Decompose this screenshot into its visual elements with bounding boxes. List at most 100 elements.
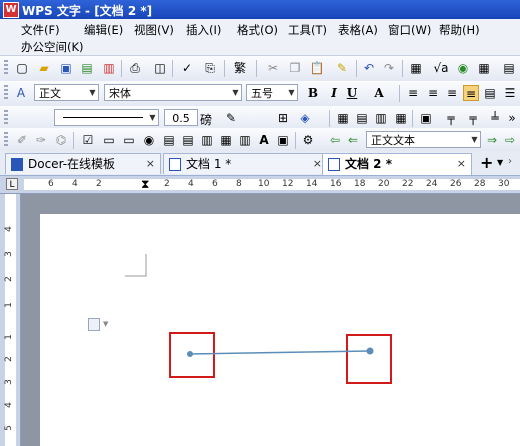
align-right-icon[interactable]: ≡ bbox=[444, 85, 460, 101]
toolbar-grip[interactable] bbox=[4, 132, 8, 148]
font-combo[interactable]: 宋体 ▼ bbox=[104, 84, 242, 101]
line-spacing-icon[interactable]: ☰ bbox=[502, 85, 518, 101]
cut-icon[interactable]: ✂ bbox=[265, 60, 281, 76]
insert-table-icon[interactable]: ▦ bbox=[408, 60, 424, 76]
toggle-button-icon[interactable]: ▥ bbox=[199, 132, 215, 148]
chevron-down-icon[interactable]: ▼ bbox=[147, 110, 158, 125]
horizontal-ruler[interactable]: L 6 4 2 ⧗ 2 4 6 8 10 12 14 16 18 20 22 2… bbox=[0, 176, 520, 194]
font-size-combo[interactable]: 五号 ▼ bbox=[246, 84, 298, 101]
underline-button[interactable]: U bbox=[344, 85, 360, 101]
document-page[interactable]: ▼ bbox=[40, 214, 520, 446]
menu-insert[interactable]: 插入(I) bbox=[186, 22, 221, 38]
styles-icon[interactable]: A bbox=[13, 85, 29, 101]
print-icon[interactable]: ⎙ bbox=[127, 60, 143, 76]
spin-button-icon[interactable]: ▦ bbox=[218, 132, 234, 148]
open-folder-icon[interactable]: ▰ bbox=[36, 60, 52, 76]
new-document-icon[interactable]: ▢ bbox=[14, 60, 30, 76]
line-width-value[interactable]: 0.5 bbox=[164, 109, 198, 126]
tab-stop-selector[interactable]: L bbox=[6, 178, 18, 190]
menu-format[interactable]: 格式(O) bbox=[237, 22, 278, 38]
line-end-handle[interactable] bbox=[366, 347, 374, 355]
option-button-icon[interactable]: ◉ bbox=[141, 132, 157, 148]
globe-icon[interactable]: ◉ bbox=[455, 60, 471, 76]
line-color-icon[interactable]: ✎ bbox=[223, 110, 239, 126]
close-icon[interactable]: × bbox=[146, 154, 155, 174]
format-brush-icon[interactable]: ✎ bbox=[334, 60, 350, 76]
justify-icon[interactable]: ≡ bbox=[463, 85, 479, 101]
arrow-right-icon[interactable]: ⇨ bbox=[502, 132, 518, 148]
tab-document-2[interactable]: 文档 2 * × bbox=[322, 153, 472, 175]
line-start-handle[interactable] bbox=[187, 351, 193, 357]
style-combo[interactable]: 正文 ▼ bbox=[34, 84, 99, 101]
cell-align-bottom-icon[interactable]: ╧ bbox=[487, 110, 503, 126]
fill-color-icon[interactable]: ◈ bbox=[297, 110, 313, 126]
code-icon[interactable]: ⌬ bbox=[53, 132, 69, 148]
menu-help[interactable]: 帮助(H) bbox=[439, 22, 480, 38]
traditional-chinese-icon[interactable]: 繁 bbox=[232, 60, 248, 76]
image-control-icon[interactable]: ▣ bbox=[275, 132, 291, 148]
toolbar-grip[interactable] bbox=[4, 85, 8, 101]
format-painter-icon[interactable]: ⎘ bbox=[202, 60, 218, 76]
tab-document-1[interactable]: 文档 1 * × bbox=[163, 153, 328, 174]
label-control-icon[interactable]: A bbox=[256, 132, 272, 148]
menu-office-space[interactable]: 办公空间(K) bbox=[21, 39, 84, 55]
text-direction-icon[interactable]: ▣ bbox=[418, 110, 434, 126]
combobox-control-icon[interactable]: ▤ bbox=[180, 132, 196, 148]
more-controls-icon[interactable]: ⚙ bbox=[300, 132, 316, 148]
formula-icon[interactable]: √a bbox=[433, 60, 449, 76]
scrollbar-control-icon[interactable]: ▥ bbox=[237, 132, 253, 148]
distributed-icon[interactable]: ▤ bbox=[482, 85, 498, 101]
properties-icon[interactable]: ✑ bbox=[33, 132, 49, 148]
text-style-combo[interactable]: 正文文本 ▼ bbox=[366, 131, 481, 148]
spell-check-icon[interactable]: ✓ bbox=[179, 60, 195, 76]
checkbox-control-icon[interactable]: ☑ bbox=[80, 132, 96, 148]
arrow-right-small-icon[interactable]: ⇒ bbox=[484, 132, 500, 148]
align-left-icon[interactable]: ≡ bbox=[405, 85, 421, 101]
redo-icon[interactable]: ↷ bbox=[381, 60, 397, 76]
toolbar-grip[interactable] bbox=[4, 110, 8, 126]
paste-icon[interactable]: 📋 bbox=[309, 60, 325, 76]
cell-align-center-icon[interactable]: ╤ bbox=[465, 110, 481, 126]
menu-table[interactable]: 表格(A) bbox=[338, 22, 378, 38]
line-style-combo[interactable]: ▼ bbox=[54, 109, 159, 126]
chevron-down-icon[interactable]: ▼ bbox=[103, 320, 108, 328]
export-pdf-icon[interactable]: ▥ bbox=[101, 60, 117, 76]
toolbar-grip[interactable] bbox=[4, 60, 8, 76]
arrow-left-small-icon[interactable]: ⇐ bbox=[345, 132, 361, 148]
menu-view[interactable]: 视图(V) bbox=[134, 22, 174, 38]
design-mode-icon[interactable]: ✐ bbox=[14, 132, 30, 148]
chevron-down-icon[interactable]: ▼ bbox=[469, 132, 480, 147]
text-effect-button[interactable]: A bbox=[371, 85, 387, 101]
table-fit-icon[interactable]: ▦ bbox=[393, 110, 409, 126]
grid-icon[interactable]: ▦ bbox=[476, 60, 492, 76]
chevron-down-icon[interactable]: ▼ bbox=[497, 158, 503, 167]
save-as-icon[interactable]: ▤ bbox=[79, 60, 95, 76]
align-center-icon[interactable]: ≡ bbox=[425, 85, 441, 101]
menu-tools[interactable]: 工具(T) bbox=[288, 22, 327, 38]
chevron-right-icon[interactable]: › bbox=[508, 156, 512, 167]
menu-window[interactable]: 窗口(W) bbox=[388, 22, 431, 38]
save-icon[interactable]: ▣ bbox=[58, 60, 74, 76]
menu-file[interactable]: 文件(F) bbox=[21, 22, 60, 38]
italic-button[interactable]: I bbox=[326, 85, 342, 101]
command-button-icon[interactable]: ▭ bbox=[121, 132, 137, 148]
indent-marker-icon[interactable]: ⧗ bbox=[141, 177, 149, 192]
table-split-icon[interactable]: ▥ bbox=[373, 110, 389, 126]
table-merge-icon[interactable]: ▤ bbox=[354, 110, 370, 126]
new-tab-button[interactable]: + bbox=[480, 153, 493, 172]
tab-docer-templates[interactable]: Docer-在线模板 × bbox=[5, 153, 161, 174]
arrow-left-icon[interactable]: ⇦ bbox=[327, 132, 343, 148]
chevron-down-icon[interactable]: ▼ bbox=[87, 85, 98, 100]
menu-edit[interactable]: 编辑(E) bbox=[84, 22, 123, 38]
paste-options-icon[interactable] bbox=[88, 318, 100, 331]
cell-align-icon[interactable]: ╤ bbox=[443, 110, 459, 126]
print-preview-icon[interactable]: ◫ bbox=[152, 60, 168, 76]
chevron-down-icon[interactable]: ▼ bbox=[286, 85, 297, 100]
drawn-line[interactable] bbox=[189, 350, 371, 355]
listbox-control-icon[interactable]: ▤ bbox=[161, 132, 177, 148]
textbox-control-icon[interactable]: ▭ bbox=[101, 132, 117, 148]
undo-icon[interactable]: ↶ bbox=[361, 60, 377, 76]
chevron-down-icon[interactable]: ▼ bbox=[230, 85, 241, 100]
bold-button[interactable]: B bbox=[305, 85, 321, 101]
close-icon[interactable]: × bbox=[313, 154, 322, 174]
